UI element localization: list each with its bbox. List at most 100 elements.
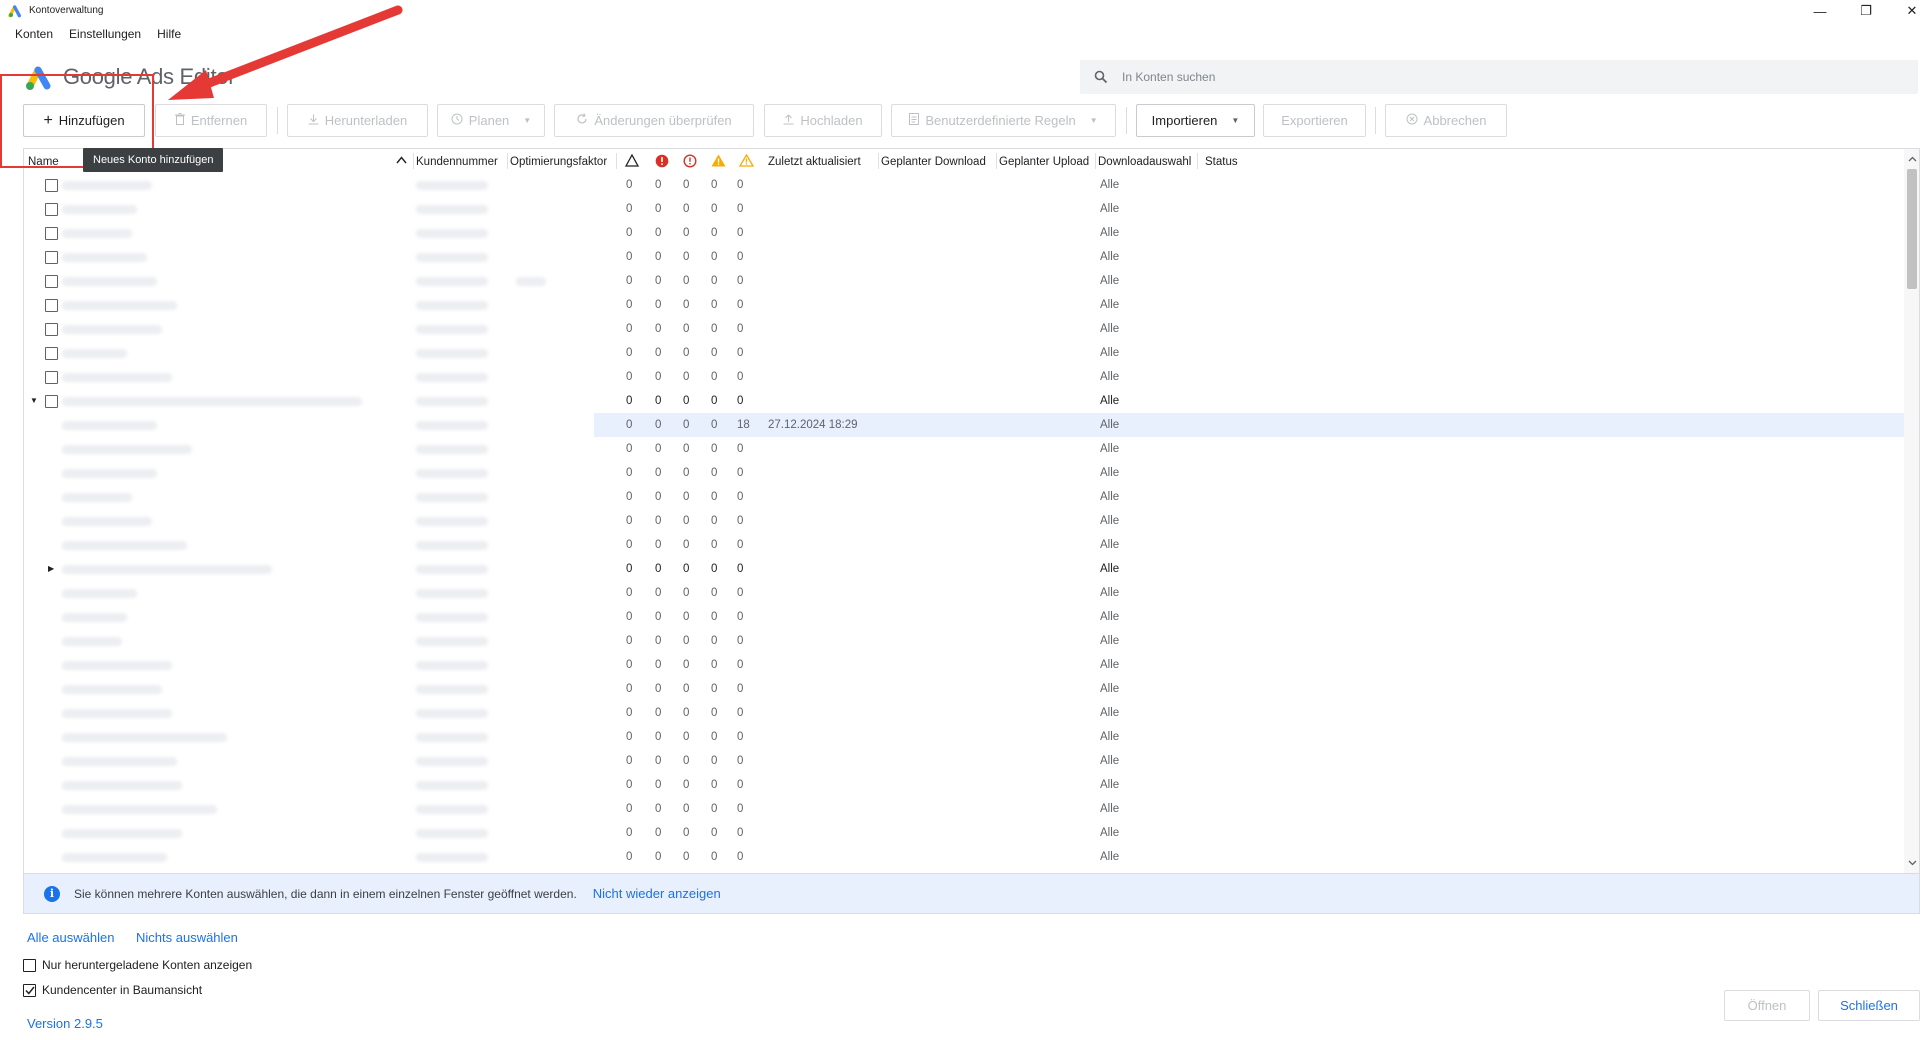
column-last-updated[interactable]: Zuletzt aktualisiert (768, 149, 861, 173)
table-row[interactable]: 0 0 0 0 0 Alle (24, 317, 1904, 341)
column-download-selection[interactable]: Downloadauswahl (1098, 149, 1191, 173)
version-link[interactable]: Version 2.9.5 (27, 1016, 103, 1031)
review-changes-button[interactable]: Änderungen überprüfen (554, 104, 754, 137)
metric-cell-d: 0 (711, 707, 718, 719)
row-checkbox[interactable] (45, 347, 58, 360)
warning-outline-icon[interactable] (624, 153, 640, 168)
sort-ascending-icon[interactable] (396, 149, 407, 173)
table-row[interactable]: 0 0 0 0 0 Alle (24, 749, 1904, 773)
upload-button-label: Hochladen (800, 113, 863, 128)
customer-id-redacted (416, 613, 488, 622)
scroll-up-icon[interactable] (1904, 151, 1919, 167)
column-scheduled-download[interactable]: Geplanter Download (881, 149, 986, 173)
chevron-down-icon[interactable]: ▼ (30, 389, 38, 413)
column-divider[interactable] (1095, 153, 1096, 169)
metric-cell-d: 0 (711, 251, 718, 263)
table-row[interactable]: 0 0 0 0 0 Alle (24, 293, 1904, 317)
error-outline-icon[interactable] (683, 154, 697, 168)
row-checkbox[interactable] (45, 371, 58, 384)
row-checkbox[interactable] (45, 203, 58, 216)
table-row[interactable]: 0 0 0 0 0 Alle (24, 773, 1904, 797)
row-checkbox[interactable] (45, 251, 58, 264)
metric-cell-b: 0 (655, 515, 662, 527)
tree-view-checkbox[interactable] (23, 983, 36, 997)
table-row[interactable]: 0 0 0 0 0 Alle (24, 509, 1904, 533)
custom-rules-button[interactable]: Benutzerdefinierte Regeln ▼ (891, 104, 1116, 137)
remove-button[interactable]: Entfernen (155, 104, 267, 137)
column-status[interactable]: Status (1205, 149, 1238, 173)
error-filled-icon[interactable] (655, 154, 669, 168)
row-checkbox[interactable] (45, 395, 58, 408)
table-row[interactable]: ▶ 0 0 0 0 0 Alle (24, 557, 1904, 581)
column-scheduled-upload[interactable]: Geplanter Upload (999, 149, 1089, 173)
open-button[interactable]: Öffnen (1724, 990, 1810, 1021)
table-row[interactable]: 0 0 0 0 0 Alle (24, 461, 1904, 485)
column-divider[interactable] (413, 153, 414, 169)
maximize-button[interactable]: ❐ (1843, 0, 1889, 22)
table-row[interactable]: 0 0 0 0 0 Alle (24, 629, 1904, 653)
account-name-redacted (62, 829, 182, 838)
column-divider[interactable] (507, 153, 508, 169)
column-optimization[interactable]: Optimierungsfaktor (510, 149, 607, 173)
column-divider[interactable] (878, 153, 879, 169)
import-button[interactable]: Importieren ▼ (1136, 104, 1255, 137)
chevron-right-icon[interactable]: ▶ (48, 557, 54, 581)
upload-button[interactable]: Hochladen (764, 104, 882, 137)
table-row[interactable]: ▼ 0 0 0 0 0 Alle (24, 389, 1904, 413)
table-row[interactable]: 0 0 0 0 18 27.12.2024 18:29 Alle (24, 413, 1904, 437)
dont-show-again-link[interactable]: Nicht wieder anzeigen (593, 886, 721, 901)
row-checkbox[interactable] (45, 227, 58, 240)
menu-hilfe[interactable]: Hilfe (149, 24, 189, 44)
scrollbar-thumb[interactable] (1907, 169, 1917, 289)
table-row[interactable]: 0 0 0 0 0 Alle (24, 485, 1904, 509)
column-divider[interactable] (1197, 153, 1198, 169)
row-checkbox[interactable] (45, 179, 58, 192)
column-customer-id[interactable]: Kundennummer (416, 149, 498, 173)
table-row[interactable]: 0 0 0 0 0 Alle (24, 653, 1904, 677)
row-checkbox[interactable] (45, 323, 58, 336)
table-row[interactable]: 0 0 0 0 0 Alle (24, 245, 1904, 269)
schedule-button[interactable]: Planen ▼ (437, 104, 545, 137)
table-row[interactable]: 0 0 0 0 0 Alle (24, 221, 1904, 245)
table-row[interactable]: 0 0 0 0 0 Alle (24, 677, 1904, 701)
search-input[interactable] (1116, 70, 1918, 84)
menu-einstellungen[interactable]: Einstellungen (61, 24, 149, 44)
warning-yellow-outline-icon[interactable] (738, 153, 755, 168)
minimize-button[interactable]: — (1797, 0, 1843, 22)
download-button[interactable]: Herunterladen (287, 104, 428, 137)
banner-text: Sie können mehrere Konten auswählen, die… (74, 886, 577, 901)
table-row[interactable]: 0 0 0 0 0 Alle (24, 845, 1904, 869)
warning-filled-icon[interactable] (711, 154, 726, 168)
column-divider[interactable] (616, 153, 617, 169)
table-row[interactable]: 0 0 0 0 0 Alle (24, 269, 1904, 293)
table-row[interactable]: 0 0 0 0 0 Alle (24, 605, 1904, 629)
table-row[interactable]: 0 0 0 0 0 Alle (24, 581, 1904, 605)
table-row[interactable]: 0 0 0 0 0 Alle (24, 365, 1904, 389)
table-row[interactable]: 0 0 0 0 0 Alle (24, 821, 1904, 845)
table-row[interactable]: 0 0 0 0 0 Alle (24, 197, 1904, 221)
download-selection-cell: Alle (1100, 755, 1120, 767)
table-row[interactable]: 0 0 0 0 0 Alle (24, 437, 1904, 461)
tree-view-option[interactable]: Kundencenter in Baumansicht (23, 983, 202, 997)
select-none-link[interactable]: Nichts auswählen (136, 930, 238, 945)
close-window-button[interactable]: ✕ (1889, 0, 1927, 22)
row-checkbox[interactable] (45, 299, 58, 312)
scroll-down-icon[interactable] (1904, 855, 1919, 871)
vertical-scrollbar[interactable] (1904, 149, 1919, 873)
cancel-button[interactable]: Abbrechen (1385, 104, 1507, 137)
menu-konten[interactable]: Konten (0, 24, 61, 44)
close-button[interactable]: Schließen (1818, 990, 1920, 1021)
table-row[interactable]: 0 0 0 0 0 Alle (24, 341, 1904, 365)
download-selection-cell: Alle (1100, 827, 1120, 839)
select-all-link[interactable]: Alle auswählen (27, 930, 114, 945)
only-downloaded-checkbox[interactable] (23, 958, 36, 972)
table-row[interactable]: 0 0 0 0 0 Alle (24, 701, 1904, 725)
table-row[interactable]: 0 0 0 0 0 Alle (24, 173, 1904, 197)
table-row[interactable]: 0 0 0 0 0 Alle (24, 533, 1904, 557)
row-checkbox[interactable] (45, 275, 58, 288)
export-button[interactable]: Exportieren (1263, 104, 1366, 137)
only-downloaded-option[interactable]: Nur heruntergeladene Konten anzeigen (23, 958, 252, 972)
table-row[interactable]: 0 0 0 0 0 Alle (24, 725, 1904, 749)
table-row[interactable]: 0 0 0 0 0 Alle (24, 797, 1904, 821)
column-divider[interactable] (996, 153, 997, 169)
